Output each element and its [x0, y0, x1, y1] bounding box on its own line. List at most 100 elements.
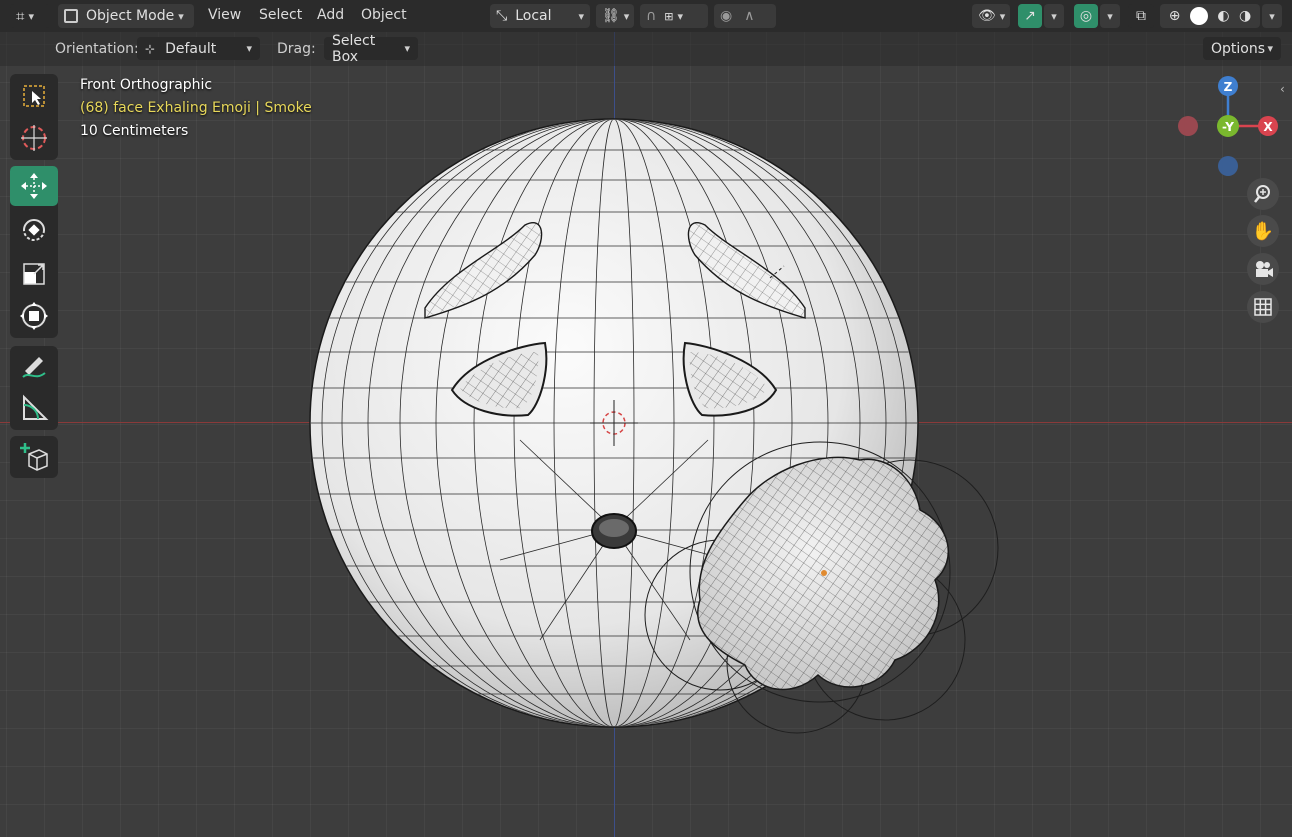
- orientation-axes-icon: ⤡: [496, 8, 508, 24]
- chevron-down-icon: ▾: [623, 9, 630, 23]
- drag-dropdown[interactable]: Select Box ▾: [324, 33, 418, 65]
- neg-x-axis-ball[interactable]: [1178, 116, 1198, 136]
- annotate-tool[interactable]: [10, 346, 58, 386]
- select-box-tool[interactable]: [10, 76, 58, 116]
- camera-icon: [1256, 261, 1273, 277]
- transform-tool[interactable]: [10, 296, 58, 336]
- editor-type-icon: ⌗: [16, 7, 25, 25]
- z-axis-label: Z: [1224, 80, 1233, 94]
- viewport-header: ⌗ ▾ Object Mode ▾ View Select Add Object …: [0, 0, 1292, 32]
- ortho-toggle-button[interactable]: [1247, 291, 1279, 323]
- proportional-editing-icon: ◉: [720, 8, 733, 24]
- wireframe-shading-icon[interactable]: ⊕: [1169, 8, 1181, 24]
- toolbar-group-select: [10, 74, 58, 160]
- zoom-icon: [1254, 185, 1270, 203]
- transform-icon: [20, 302, 48, 330]
- visibility-button[interactable]: 👁 ▾: [972, 4, 1010, 28]
- eye-icon: 👁: [978, 8, 996, 24]
- toolbar-group-transform: [10, 166, 58, 338]
- mouth: [591, 513, 637, 549]
- measure-tool[interactable]: [10, 388, 58, 428]
- chevron-down-icon: ▾: [28, 9, 34, 23]
- camera-view-button[interactable]: [1247, 253, 1279, 285]
- overlays-toggle[interactable]: ◎: [1074, 4, 1098, 28]
- y-axis-label: -Y: [1222, 120, 1234, 134]
- select-box-icon: [23, 85, 45, 107]
- shading-modes: ⊕ ◐ ◑: [1160, 4, 1260, 28]
- chevron-down-icon: ▾: [677, 9, 683, 23]
- xray-toggle[interactable]: ⧉: [1128, 4, 1154, 28]
- chevron-down-icon: ▾: [1269, 9, 1275, 23]
- pivot-point-button[interactable]: ⛓ ▾: [596, 4, 634, 28]
- options-label: Options: [1211, 40, 1266, 57]
- ruler-icon: [23, 394, 49, 420]
- pivot-link-icon: ⛓: [602, 8, 620, 24]
- x-axis-label: X: [1263, 120, 1273, 134]
- zoom-button[interactable]: [1247, 178, 1279, 210]
- pan-button[interactable]: ✋: [1247, 215, 1279, 247]
- material-preview-icon[interactable]: ◐: [1217, 8, 1229, 24]
- cursor-icon: [21, 125, 47, 151]
- orientation-axes-icon: ⊹: [145, 41, 156, 56]
- neg-z-axis-ball[interactable]: [1218, 156, 1238, 176]
- menu-select[interactable]: Select: [259, 7, 302, 23]
- hand-pan-icon: ✋: [1251, 220, 1275, 242]
- falloff-curve-icon: ∧: [744, 8, 755, 24]
- solid-shading-icon[interactable]: [1189, 7, 1208, 25]
- menu-add[interactable]: Add: [317, 7, 344, 23]
- orientation-dropdown[interactable]: ⊹ Default ▾: [137, 37, 260, 60]
- magnet-icon: ∩: [646, 8, 657, 24]
- snap-button[interactable]: ∩ ⊞ ▾: [640, 4, 708, 28]
- toolbar-group-annotate: [10, 346, 58, 430]
- proportional-editing-button[interactable]: ◉ ∧: [714, 4, 776, 28]
- orientation-label: Orientation:: [55, 41, 139, 57]
- overlays-dropdown[interactable]: ▾: [1100, 4, 1120, 28]
- sidebar-toggle-arrow[interactable]: ‹: [1280, 82, 1292, 102]
- snap-increment-icon: ⊞: [664, 9, 674, 23]
- scale-info: 10 Centimeters: [80, 123, 189, 139]
- chevron-down-icon: ▾: [178, 9, 184, 23]
- move-icon: [21, 173, 47, 199]
- transform-orientation-label: Local: [515, 8, 552, 24]
- pencil-icon: [22, 357, 46, 378]
- chevron-down-icon: ▾: [999, 9, 1006, 23]
- toolbar-group-add: [10, 436, 58, 478]
- options-dropdown[interactable]: Options ▾: [1203, 37, 1281, 60]
- orientation-value: Default: [165, 40, 217, 57]
- menu-object[interactable]: Object: [361, 7, 407, 23]
- rotate-icon: [23, 219, 45, 241]
- drag-label: Drag:: [277, 41, 316, 57]
- drag-value: Select Box: [332, 32, 376, 65]
- mode-label: Object Mode: [86, 8, 175, 24]
- add-cube-tool[interactable]: [10, 437, 58, 477]
- chevron-down-icon: ▾: [578, 9, 584, 23]
- emoji-mesh-scene[interactable]: [0, 0, 1292, 837]
- gizmo-toggle[interactable]: ↗: [1018, 4, 1042, 28]
- cursor-tool[interactable]: [10, 118, 58, 158]
- chevron-down-icon: ▾: [1267, 42, 1273, 55]
- object-info: (68) face Exhaling Emoji | Smoke: [80, 100, 312, 116]
- view-name: Front Orthographic: [80, 77, 213, 93]
- tool-settings-bar: Orientation: ⊹ Default ▾ Drag: Select Bo…: [0, 32, 1292, 66]
- scale-tool[interactable]: [10, 254, 58, 294]
- chevron-down-icon: ▾: [1051, 9, 1057, 23]
- rotate-tool[interactable]: [10, 210, 58, 250]
- grid-icon: [1254, 298, 1272, 316]
- editor-type-button[interactable]: ⌗ ▾: [10, 4, 50, 28]
- object-mode-icon: [64, 9, 78, 23]
- gizmo-dropdown[interactable]: ▾: [1044, 4, 1064, 28]
- xray-icon: ⧉: [1136, 8, 1146, 24]
- add-cube-icon: [20, 443, 48, 471]
- move-tool[interactable]: [10, 166, 58, 206]
- navigation-gizmo[interactable]: Z X -Y: [1170, 72, 1282, 184]
- chevron-down-icon: ▾: [246, 42, 252, 55]
- overlays-icon: ◎: [1079, 8, 1093, 24]
- transform-orientation-dropdown[interactable]: ⤡ Local ▾: [490, 4, 590, 28]
- shading-dropdown[interactable]: ▾: [1262, 4, 1282, 28]
- rendered-shading-icon[interactable]: ◑: [1239, 8, 1251, 24]
- chevron-down-icon: ▾: [404, 42, 410, 55]
- gizmo-icon: ↗: [1024, 8, 1036, 24]
- mode-selector[interactable]: Object Mode ▾: [58, 4, 194, 28]
- chevron-down-icon: ▾: [1107, 9, 1113, 23]
- menu-view[interactable]: View: [208, 7, 241, 23]
